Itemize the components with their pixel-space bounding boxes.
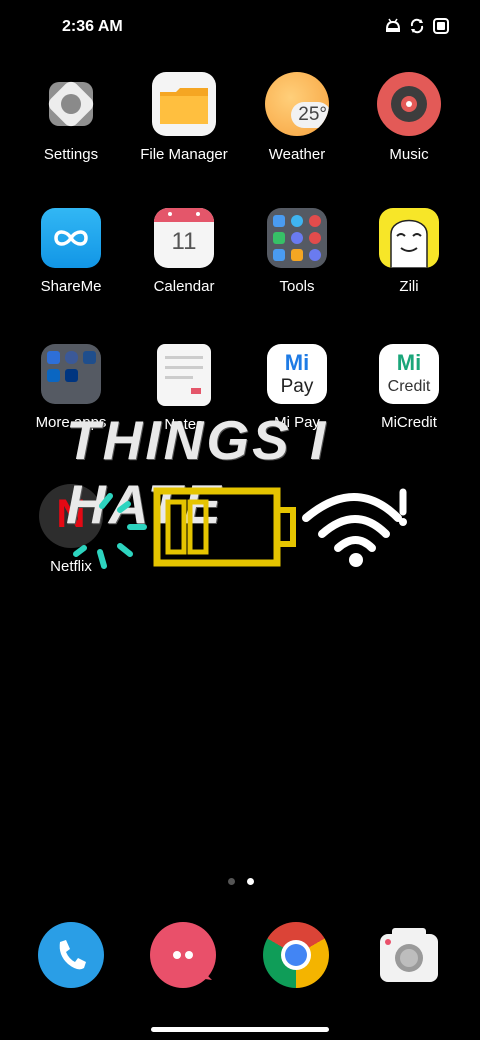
dock-chrome[interactable] xyxy=(263,922,329,988)
dock-phone[interactable] xyxy=(38,922,104,988)
screen-record-icon xyxy=(432,17,450,35)
app-weather[interactable]: 25° Weather xyxy=(237,72,357,163)
sync-icon xyxy=(408,17,426,35)
app-label: File Manager xyxy=(140,146,228,163)
weather-icon: 25° xyxy=(265,72,329,136)
app-label: Calendar xyxy=(153,278,215,295)
app-music[interactable]: Music xyxy=(349,72,469,163)
app-file-manager[interactable]: File Manager xyxy=(124,72,244,163)
spark-lines xyxy=(70,490,156,572)
app-label: Weather xyxy=(268,146,326,163)
app-label: Zili xyxy=(399,278,419,295)
mi-credit-brand: Mi xyxy=(396,350,422,375)
app-shareme[interactable]: ShareMe xyxy=(11,208,131,295)
android-debug-icon xyxy=(384,17,402,35)
app-label: Tools xyxy=(279,278,315,295)
app-zili[interactable]: Zili xyxy=(349,208,469,295)
weather-temp: 25° xyxy=(298,104,327,125)
chrome-icon xyxy=(263,922,329,988)
page-dot[interactable] xyxy=(228,878,235,885)
page-indicator xyxy=(228,878,254,885)
mi-pay-icon: Mi Pay xyxy=(267,344,327,404)
calendar-icon: 11 xyxy=(154,208,214,268)
calendar-day: 11 xyxy=(171,228,197,255)
dock-camera[interactable] xyxy=(376,922,442,988)
page-dot-active[interactable] xyxy=(247,878,254,885)
notes-icon xyxy=(157,344,211,406)
mi-pay-sub: Pay xyxy=(280,376,314,397)
weak-wifi-icon xyxy=(300,484,412,570)
camera-icon xyxy=(376,922,442,988)
music-icon xyxy=(377,72,441,136)
tools-folder-icon xyxy=(267,208,327,268)
app-label: Settings xyxy=(43,146,99,163)
zili-icon xyxy=(379,208,439,268)
app-label: ShareMe xyxy=(40,278,102,295)
phone-icon xyxy=(38,922,104,988)
status-time: 2:36 AM xyxy=(62,18,123,35)
more-apps-folder-icon xyxy=(41,344,101,404)
app-tools[interactable]: Tools xyxy=(237,208,357,295)
low-battery-icon xyxy=(152,486,300,570)
mi-credit-icon: Mi Credit xyxy=(379,344,439,404)
shareme-icon xyxy=(41,208,101,268)
app-settings[interactable]: Settings xyxy=(11,72,131,163)
dock-messaging[interactable] xyxy=(150,922,216,988)
folder-icon xyxy=(152,72,216,136)
status-icons xyxy=(384,17,450,35)
app-calendar[interactable]: 11 Calendar xyxy=(124,208,244,295)
settings-icon xyxy=(39,72,103,136)
status-bar: 2:36 AM xyxy=(0,0,480,56)
mi-pay-brand: Mi xyxy=(284,350,310,375)
mi-credit-sub: Credit xyxy=(387,378,431,395)
messaging-icon xyxy=(150,922,216,988)
home-indicator-bar[interactable] xyxy=(151,1027,329,1032)
app-label: Music xyxy=(389,146,429,163)
